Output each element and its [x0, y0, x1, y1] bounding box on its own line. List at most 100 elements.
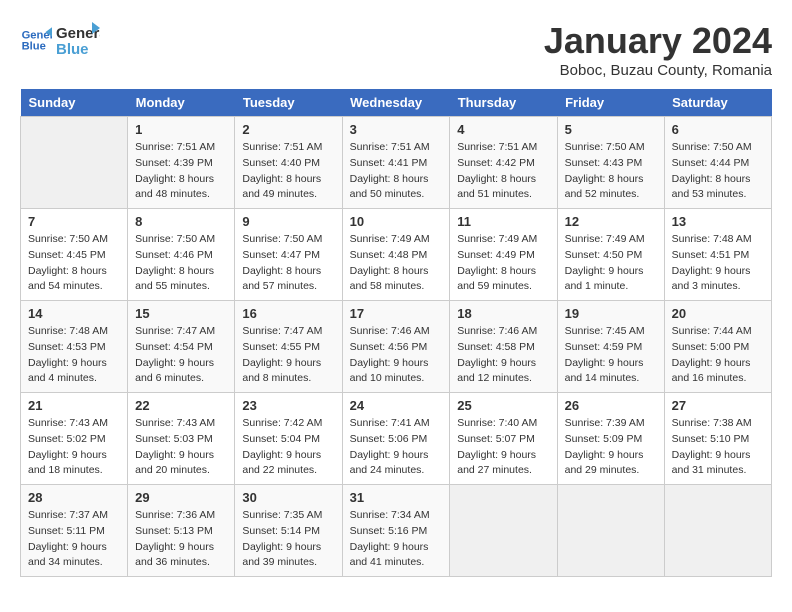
week-row-5: 28 Sunrise: 7:37 AMSunset: 5:11 PMDayligh… — [21, 485, 772, 577]
day-number: 13 — [672, 214, 764, 229]
day-info: Sunrise: 7:50 AMSunset: 4:46 PMDaylight:… — [135, 232, 227, 295]
day-info: Sunrise: 7:46 AMSunset: 4:58 PMDaylight:… — [457, 324, 549, 387]
weekday-header-friday: Friday — [557, 89, 664, 117]
day-number: 15 — [135, 306, 227, 321]
logo-graphic: General Blue — [56, 20, 100, 60]
day-number: 2 — [242, 122, 334, 137]
day-cell: 12Sunrise: 7:49 AMSunset: 4:50 PMDayligh… — [557, 209, 664, 301]
day-info: Sunrise: 7:37 AMSunset: 5:11 PMDaylight:… — [28, 508, 120, 571]
day-number: 27 — [672, 398, 764, 413]
day-number: 7 — [28, 214, 120, 229]
day-info: Sunrise: 7:48 AMSunset: 4:53 PMDaylight:… — [28, 324, 120, 387]
calendar-table: SundayMondayTuesdayWednesdayThursdayFrid… — [20, 89, 772, 577]
day-number: 21 — [28, 398, 120, 413]
day-cell: 3Sunrise: 7:51 AMSunset: 4:41 PMDaylight… — [342, 117, 450, 209]
day-number: 3 — [350, 122, 443, 137]
svg-text:Blue: Blue — [56, 41, 89, 58]
day-cell: 11 Sunrise: 7:49 AMSunset: 4:49 PMDayligh… — [450, 209, 557, 301]
svg-text:Blue: Blue — [22, 41, 46, 53]
day-info: Sunrise: 7:50 AMSunset: 4:43 PMDaylight:… — [565, 140, 657, 203]
day-cell: 25Sunrise: 7:40 AMSunset: 5:07 PMDayligh… — [450, 393, 557, 485]
day-cell — [664, 485, 771, 577]
day-number: 26 — [565, 398, 657, 413]
day-number: 11 — [457, 214, 549, 229]
weekday-header-row: SundayMondayTuesdayWednesdayThursdayFrid… — [21, 89, 772, 117]
week-row-1: 1 Sunrise: 7:51 AMSunset: 4:39 PMDaylight… — [21, 117, 772, 209]
day-cell: 31 Sunrise: 7:34 AMSunset: 5:16 PMDayligh… — [342, 485, 450, 577]
day-cell: 14 Sunrise: 7:48 AMSunset: 4:53 PMDayligh… — [21, 301, 128, 393]
day-cell — [21, 117, 128, 209]
day-cell: 13 Sunrise: 7:48 AMSunset: 4:51 PMDayligh… — [664, 209, 771, 301]
day-number: 31 — [350, 490, 443, 505]
weekday-header-sunday: Sunday — [21, 89, 128, 117]
day-cell: 28 Sunrise: 7:37 AMSunset: 5:11 PMDayligh… — [21, 485, 128, 577]
day-cell: 22 Sunrise: 7:43 AMSunset: 5:03 PMDayligh… — [128, 393, 235, 485]
day-number: 12 — [565, 214, 657, 229]
day-cell: 10 Sunrise: 7:49 AMSunset: 4:48 PMDayligh… — [342, 209, 450, 301]
day-number: 6 — [672, 122, 764, 137]
day-cell: 16Sunrise: 7:47 AMSunset: 4:55 PMDayligh… — [235, 301, 342, 393]
day-cell: 27 Sunrise: 7:38 AMSunset: 5:10 PMDayligh… — [664, 393, 771, 485]
day-number: 10 — [350, 214, 443, 229]
day-cell: 30Sunrise: 7:35 AMSunset: 5:14 PMDayligh… — [235, 485, 342, 577]
weekday-header-thursday: Thursday — [450, 89, 557, 117]
day-number: 9 — [242, 214, 334, 229]
week-row-2: 7 Sunrise: 7:50 AMSunset: 4:45 PMDaylight… — [21, 209, 772, 301]
day-cell: 5 Sunrise: 7:50 AMSunset: 4:43 PMDaylight… — [557, 117, 664, 209]
page-header: General Blue General Blue January 2024 B… — [20, 20, 772, 79]
day-info: Sunrise: 7:44 AMSunset: 5:00 PMDaylight:… — [672, 324, 764, 387]
week-row-4: 21 Sunrise: 7:43 AMSunset: 5:02 PMDayligh… — [21, 393, 772, 485]
day-cell: 17Sunrise: 7:46 AMSunset: 4:56 PMDayligh… — [342, 301, 450, 393]
day-info: Sunrise: 7:47 AMSunset: 4:55 PMDaylight:… — [242, 324, 334, 387]
weekday-header-saturday: Saturday — [664, 89, 771, 117]
day-info: Sunrise: 7:47 AMSunset: 4:54 PMDaylight:… — [135, 324, 227, 387]
day-number: 20 — [672, 306, 764, 321]
day-info: Sunrise: 7:43 AMSunset: 5:02 PMDaylight:… — [28, 416, 120, 479]
day-number: 22 — [135, 398, 227, 413]
day-cell: 9 Sunrise: 7:50 AMSunset: 4:47 PMDaylight… — [235, 209, 342, 301]
day-info: Sunrise: 7:34 AMSunset: 5:16 PMDaylight:… — [350, 508, 443, 571]
logo-icon: General Blue — [20, 24, 52, 56]
weekday-header-tuesday: Tuesday — [235, 89, 342, 117]
day-number: 1 — [135, 122, 227, 137]
day-info: Sunrise: 7:49 AMSunset: 4:49 PMDaylight:… — [457, 232, 549, 295]
week-row-3: 14 Sunrise: 7:48 AMSunset: 4:53 PMDayligh… — [21, 301, 772, 393]
day-info: Sunrise: 7:48 AMSunset: 4:51 PMDaylight:… — [672, 232, 764, 295]
day-info: Sunrise: 7:50 AMSunset: 4:45 PMDaylight:… — [28, 232, 120, 295]
day-cell: 18 Sunrise: 7:46 AMSunset: 4:58 PMDayligh… — [450, 301, 557, 393]
location-subtitle: Boboc, Buzau County, Romania — [544, 62, 772, 79]
calendar-body: 1 Sunrise: 7:51 AMSunset: 4:39 PMDaylight… — [21, 117, 772, 577]
day-cell — [557, 485, 664, 577]
day-info: Sunrise: 7:35 AMSunset: 5:14 PMDaylight:… — [242, 508, 334, 571]
day-cell: 1 Sunrise: 7:51 AMSunset: 4:39 PMDaylight… — [128, 117, 235, 209]
day-cell: 26Sunrise: 7:39 AMSunset: 5:09 PMDayligh… — [557, 393, 664, 485]
day-cell: 7 Sunrise: 7:50 AMSunset: 4:45 PMDaylight… — [21, 209, 128, 301]
day-info: Sunrise: 7:36 AMSunset: 5:13 PMDaylight:… — [135, 508, 227, 571]
day-info: Sunrise: 7:50 AMSunset: 4:47 PMDaylight:… — [242, 232, 334, 295]
day-info: Sunrise: 7:49 AMSunset: 4:48 PMDaylight:… — [350, 232, 443, 295]
day-number: 5 — [565, 122, 657, 137]
day-info: Sunrise: 7:51 AMSunset: 4:39 PMDaylight:… — [135, 140, 227, 203]
day-number: 19 — [565, 306, 657, 321]
weekday-header-monday: Monday — [128, 89, 235, 117]
day-cell: 4Sunrise: 7:51 AMSunset: 4:42 PMDaylight… — [450, 117, 557, 209]
day-info: Sunrise: 7:43 AMSunset: 5:03 PMDaylight:… — [135, 416, 227, 479]
day-number: 17 — [350, 306, 443, 321]
day-cell: 2Sunrise: 7:51 AMSunset: 4:40 PMDaylight… — [235, 117, 342, 209]
day-info: Sunrise: 7:41 AMSunset: 5:06 PMDaylight:… — [350, 416, 443, 479]
day-number: 18 — [457, 306, 549, 321]
day-number: 23 — [242, 398, 334, 413]
day-info: Sunrise: 7:38 AMSunset: 5:10 PMDaylight:… — [672, 416, 764, 479]
title-block: January 2024 Boboc, Buzau County, Romani… — [544, 20, 772, 79]
day-cell: 23Sunrise: 7:42 AMSunset: 5:04 PMDayligh… — [235, 393, 342, 485]
day-cell: 19 Sunrise: 7:45 AMSunset: 4:59 PMDayligh… — [557, 301, 664, 393]
day-cell: 29Sunrise: 7:36 AMSunset: 5:13 PMDayligh… — [128, 485, 235, 577]
day-info: Sunrise: 7:45 AMSunset: 4:59 PMDaylight:… — [565, 324, 657, 387]
day-number: 14 — [28, 306, 120, 321]
day-cell: 20 Sunrise: 7:44 AMSunset: 5:00 PMDayligh… — [664, 301, 771, 393]
day-number: 4 — [457, 122, 549, 137]
day-cell: 15 Sunrise: 7:47 AMSunset: 4:54 PMDayligh… — [128, 301, 235, 393]
logo: General Blue General Blue — [20, 20, 100, 60]
day-number: 28 — [28, 490, 120, 505]
day-cell — [450, 485, 557, 577]
